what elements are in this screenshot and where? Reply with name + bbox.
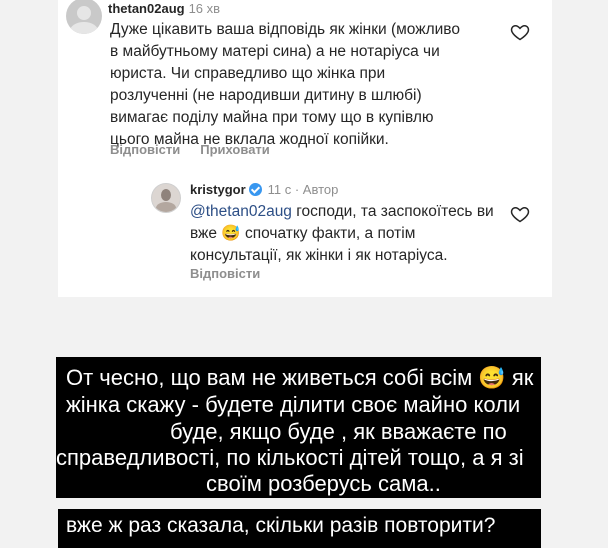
reply-actions: Відповісти [190,266,260,281]
comment-username[interactable]: thetan02aug 16 хв [108,1,220,16]
comment-actions: Відповісти Приховати [110,142,270,157]
comment-time: 16 хв [188,1,221,16]
caption-second: вже ж раз сказала, скільки разів повтори… [66,514,496,537]
verified-icon [248,183,262,196]
avatar[interactable] [151,183,181,213]
caption-line: своїм розберусь сама.. [206,471,441,496]
reply-line: @thetan02aug господи, та заспокоїтесь ви [190,201,494,223]
reply-button[interactable]: Відповісти [110,142,180,157]
comment-line: розлученні (не народивши дитину в шлюбі) [110,87,422,104]
reply-line-rest: господи, та заспокоїтесь ви [291,203,494,220]
caption-line: От чесно, що вам не живеться собі всім 😅… [66,365,534,390]
comment-line: в майбутньому матері сина) а не нотаріус… [110,43,440,60]
caption-line: жінка скажу - будете ділити своє майно к… [66,392,521,417]
username-text[interactable]: thetan02aug [108,1,185,16]
comment-line: Дуже цікавить ваша відповідь як жінки (м… [110,21,460,38]
comment-text: Дуже цікавить ваша відповідь як жінки (м… [110,19,460,151]
caption-line: буде, якщо буде , як вважаєте по [170,419,507,444]
comment-line: вимагає поділу майна при тому що в купів… [110,109,434,126]
avatar[interactable] [66,0,102,34]
reply-text: @thetan02aug господи, та заспокоїтесь ви… [190,201,494,267]
reply-line: вже 😅 спочатку факти, а потім [190,225,416,242]
comment-line: юриста. Чи справедливо що жінка при [110,65,386,82]
reply-button[interactable]: Відповісти [190,266,260,281]
hide-button[interactable]: Приховати [200,142,270,157]
reply-line: консультації, як жінки і як нотаріуса. [190,247,448,264]
username-text[interactable]: kristygor [190,182,246,197]
heart-icon[interactable] [510,22,530,42]
reply-meta: 11 с · Автор [267,182,339,197]
heart-icon[interactable] [510,204,530,224]
mention-link[interactable]: @thetan02aug [190,203,292,220]
caption-line: справедливості, по кількості дітей тощо,… [56,445,524,470]
reply-username[interactable]: kristygor 11 с · Автор [190,182,338,197]
